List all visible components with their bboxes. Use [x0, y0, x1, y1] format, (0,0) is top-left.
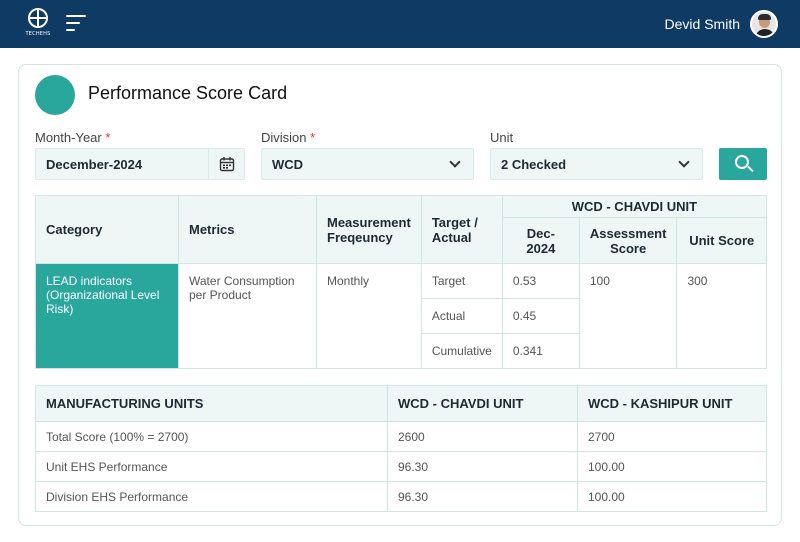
page-title: Performance Score Card [88, 83, 288, 103]
header-unit-group: WCD - CHAVDI UNIT [501, 195, 768, 218]
month-year-label: Month-Year * [35, 130, 111, 145]
target-label-cell: Target [420, 263, 503, 299]
row-label: Division EHS Performance [35, 481, 388, 512]
menu-icon[interactable] [66, 15, 88, 33]
score-card-icon [35, 75, 75, 115]
unit-score-cell: 300 [676, 263, 767, 369]
unit-label: Unit [490, 130, 514, 145]
header-measurement: Measurement Freqeuncy [316, 195, 422, 264]
division-value: WCD [272, 156, 304, 172]
techehs-logo[interactable]: TECHEHS [22, 8, 54, 42]
row-label: Unit EHS Performance [35, 451, 388, 482]
division-label: Division * [261, 130, 316, 145]
frequency-cell: Monthly [316, 263, 422, 369]
month-year-field[interactable]: December-2024 [35, 148, 245, 180]
table-row: Total Score (100% = 2700) 2600 2700 [35, 421, 767, 452]
chevron-down-icon [449, 156, 461, 168]
chavdi-value: 96.30 [387, 451, 578, 482]
table-row: Division EHS Performance 96.30 100.00 [35, 481, 767, 512]
table-row: Unit EHS Performance 96.30 100.00 [35, 451, 767, 482]
header-manufacturing-units: MANUFACTURING UNITS [35, 385, 388, 422]
actual-value-cell: 0.45 [501, 298, 580, 334]
cumulative-value-cell: 0.341 [501, 333, 580, 369]
cumulative-label-cell: Cumulative [420, 333, 503, 369]
header-period: Dec-2024 [501, 217, 580, 264]
chavdi-value: 96.30 [387, 481, 578, 512]
user-name[interactable]: Devid Smith [665, 16, 740, 32]
header-kashipur-unit: WCD - KASHIPUR UNIT [577, 385, 767, 422]
top-navigation-bar: TECHEHS Devid Smith [0, 0, 800, 48]
manufacturing-units-table: MANUFACTURING UNITS WCD - CHAVDI UNIT WC… [35, 385, 767, 512]
score-card-panel: Performance Score Card Month-Year * Dece… [18, 64, 782, 526]
header-unit-score: Unit Score [676, 217, 767, 264]
actual-label-cell: Actual [420, 298, 503, 334]
score-table: Category Metrics Measurement Freqeuncy T… [35, 195, 768, 369]
month-year-value: December-2024 [46, 156, 143, 172]
metric-cell: Water Consumption per Product [178, 263, 317, 369]
target-value-cell: 0.53 [501, 263, 580, 299]
avatar[interactable] [750, 10, 778, 38]
kashipur-value: 100.00 [577, 451, 767, 482]
chevron-down-icon [678, 156, 690, 168]
header-chavdi-unit: WCD - CHAVDI UNIT [387, 385, 578, 422]
kashipur-value: 100.00 [577, 481, 767, 512]
header-metrics: Metrics [178, 195, 317, 264]
division-select[interactable]: WCD [261, 148, 474, 180]
kashipur-value: 2700 [577, 421, 767, 452]
header-target-actual: Target / Actual [420, 195, 503, 264]
unit-value: 2 Checked [501, 156, 567, 172]
row-label: Total Score (100% = 2700) [35, 421, 388, 452]
header-category: Category [35, 195, 179, 264]
globe-icon [28, 8, 48, 28]
chavdi-value: 2600 [387, 421, 578, 452]
search-button[interactable] [719, 148, 767, 180]
category-cell: LEAD indicators (Organizational Level Ri… [35, 263, 179, 369]
header-assessment: Assessment Score [578, 217, 678, 264]
assessment-score-cell: 100 [578, 263, 678, 369]
unit-select[interactable]: 2 Checked [490, 148, 703, 180]
logo-text: TECHEHS [25, 31, 51, 37]
calendar-icon[interactable] [208, 149, 244, 179]
